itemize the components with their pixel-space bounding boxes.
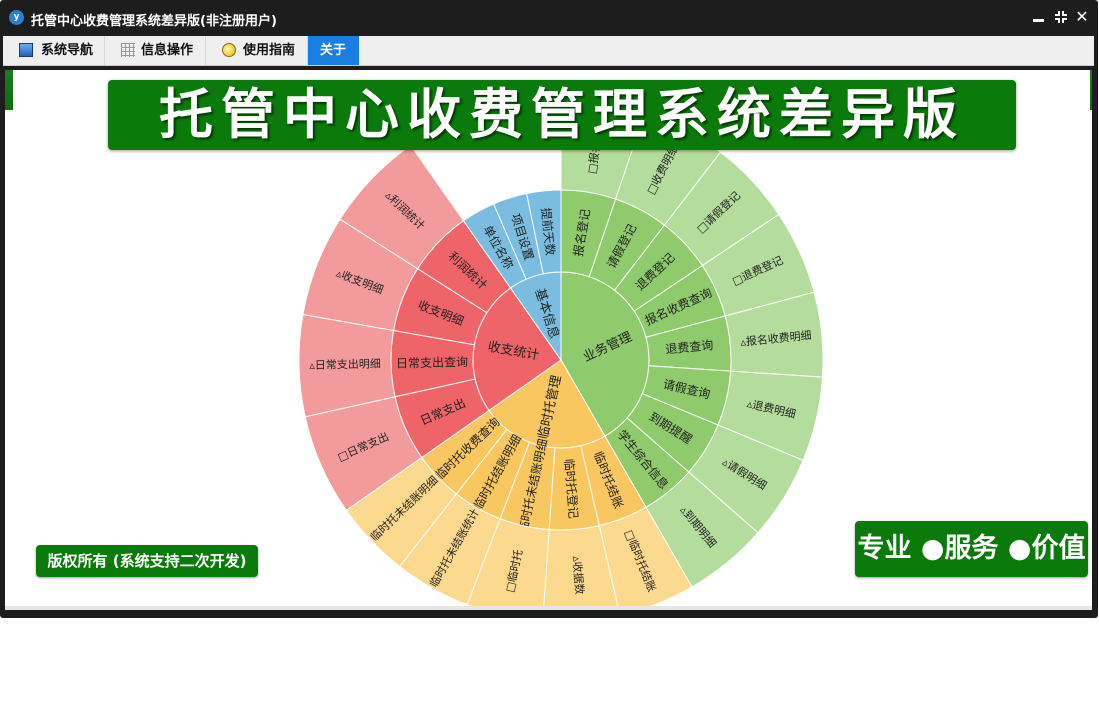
minimize-button[interactable] [1030,8,1048,26]
monitor-icon [19,43,33,57]
content-panel: 业务管理报名登记□报名明细请假登记□收费明细退费登记□请假登记报名收费查询□退费… [13,70,1090,610]
tab-user-guide[interactable]: 使用指南 [206,36,308,65]
content-bottom-border [5,606,1092,610]
tab-system-navigation[interactable]: 系统导航 [5,36,105,65]
window-title: 托管中心收费管理系统差异版(非注册用户) [31,14,277,29]
tab-bar: 系统导航 信息操作 使用指南 关于 [3,36,1094,66]
restore-icon [1055,11,1067,23]
main-banner-title: 托管中心收费管理系统差异版 [108,80,1016,150]
slogan-badge: 专业 ●服务 ●价值 [855,521,1088,577]
sunburst-child-label: 日常支出查询 [396,355,468,371]
sunburst-leaf-label: ▵日常支出明细 [309,356,381,372]
tab-label: 使用指南 [243,43,296,58]
content-area: 业务管理报名登记□报名明细请假登记□收费明细退费登记□请假登记报名收费查询□退费… [5,70,1092,610]
copyright-badge: 版权所有 (系统支持二次开发) [36,545,258,577]
app-logo-icon: y [9,10,24,25]
grid-icon [121,43,135,57]
tab-label: 系统导航 [41,43,94,58]
bulb-icon [222,43,236,57]
restore-button[interactable] [1052,8,1070,26]
tab-info-operation[interactable]: 信息操作 [105,36,206,65]
tab-label: 信息操作 [141,43,194,58]
close-button[interactable]: ✕ [1073,8,1091,26]
app-window: y 托管中心收费管理系统差异版(非注册用户) ✕ 系统导航 信息操作 使用指南 … [0,0,1098,618]
tab-about[interactable]: 关于 [308,36,359,65]
title-bar[interactable]: y 托管中心收费管理系统差异版(非注册用户) ✕ [0,0,1098,36]
tab-label: 关于 [320,43,347,58]
